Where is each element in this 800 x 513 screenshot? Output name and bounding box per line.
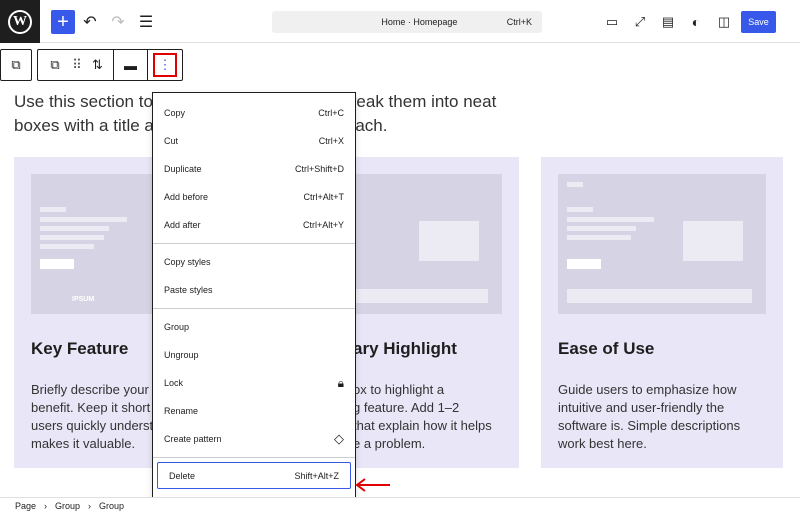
lock-icon: 🔒︎ bbox=[337, 375, 344, 390]
more-options-icon: ⋮ bbox=[153, 53, 177, 77]
undo-icon[interactable]: ↶ bbox=[78, 10, 102, 34]
menu-item-group[interactable]: Group bbox=[153, 313, 355, 341]
breadcrumb-group[interactable]: Group bbox=[55, 501, 80, 511]
menu-item-delete[interactable]: Delete Shift+Alt+Z bbox=[157, 462, 351, 489]
block-options-menu: Copy Ctrl+C Cut Ctrl+X Duplicate Ctrl+Shift… bbox=[152, 92, 356, 500]
top-toolbar: W + ↶ ↷ ☰ Home · Homepage Ctrl+K ▭ ⤢ ▤ ◐ … bbox=[0, 0, 800, 43]
menu-item-copy[interactable]: Copy Ctrl+C bbox=[153, 99, 355, 127]
menu-item-duplicate[interactable]: Duplicate Ctrl+Shift+D bbox=[153, 155, 355, 183]
add-block-button[interactable]: + bbox=[51, 10, 75, 34]
wordpress-logo[interactable]: W bbox=[0, 0, 40, 43]
command-palette[interactable]: Home · Homepage Ctrl+K bbox=[272, 11, 542, 33]
card-title: Ease of Use bbox=[558, 339, 655, 358]
list-view-icon[interactable]: ☰ bbox=[134, 10, 158, 34]
card-description: ox to highlight a g feature. Add 1–2 tha… bbox=[353, 382, 492, 451]
breadcrumb: Page › Group › Group bbox=[0, 497, 800, 513]
menu-item-rename[interactable]: Rename bbox=[153, 397, 355, 425]
options-button[interactable]: ⋮ bbox=[148, 50, 182, 80]
pattern-icon: ◇ bbox=[334, 431, 344, 446]
divider bbox=[153, 457, 355, 458]
move-up-down-icon[interactable]: ⇅ bbox=[82, 50, 114, 80]
style-icon[interactable]: ◐ bbox=[684, 10, 708, 34]
card-description: Guide users to emphasize how intuitive a… bbox=[558, 382, 741, 451]
card-preview-image bbox=[558, 174, 766, 314]
parent-icon: ⧉ bbox=[11, 57, 21, 72]
menu-item-lock[interactable]: Lock 🔒︎ bbox=[153, 369, 355, 397]
block-toolbar: ⧉ ⠿ ⇅ ▬ ⋮ bbox=[37, 49, 183, 81]
card-title: Key Feature bbox=[31, 339, 129, 358]
align-icon[interactable]: ▬ bbox=[114, 50, 148, 80]
desktop-view-icon[interactable]: ▭ bbox=[600, 10, 624, 34]
menu-item-ungroup[interactable]: Ungroup bbox=[153, 341, 355, 369]
parent-block-button[interactable]: ⧉ bbox=[0, 49, 32, 81]
menu-item-copy-styles[interactable]: Copy styles bbox=[153, 248, 355, 276]
divider bbox=[153, 243, 355, 244]
divider bbox=[153, 308, 355, 309]
red-arrow-annotation bbox=[355, 478, 390, 492]
menu-item-add-before[interactable]: Add before Ctrl+Alt+T bbox=[153, 183, 355, 211]
menu-item-paste-styles[interactable]: Paste styles bbox=[153, 276, 355, 304]
menu-item-add-after[interactable]: Add after Ctrl+Alt+Y bbox=[153, 211, 355, 239]
menu-item-create-pattern[interactable]: Create pattern ◇ bbox=[153, 425, 355, 453]
menu-item-cut[interactable]: Cut Ctrl+X bbox=[153, 127, 355, 155]
card-title: ary Highlight bbox=[353, 339, 457, 358]
save-button[interactable]: Save bbox=[741, 11, 776, 33]
drag-handle-icon[interactable]: ⠿ bbox=[72, 50, 82, 80]
breadcrumb-group[interactable]: Group bbox=[99, 501, 124, 511]
fullscreen-icon[interactable]: ⤢ bbox=[628, 10, 652, 34]
breadcrumb-page[interactable]: Page bbox=[15, 501, 36, 511]
settings-sidebar-icon[interactable]: ◫ bbox=[712, 10, 736, 34]
card-description: Briefly describe your benefit. Keep it s… bbox=[31, 382, 154, 451]
block-type-icon[interactable]: ⧉ bbox=[38, 50, 72, 80]
feature-card: Ease of Use Guide users to emphasize how… bbox=[541, 157, 783, 468]
redo-icon[interactable]: ↷ bbox=[106, 10, 130, 34]
page-details-icon[interactable]: ▤ bbox=[656, 10, 680, 34]
